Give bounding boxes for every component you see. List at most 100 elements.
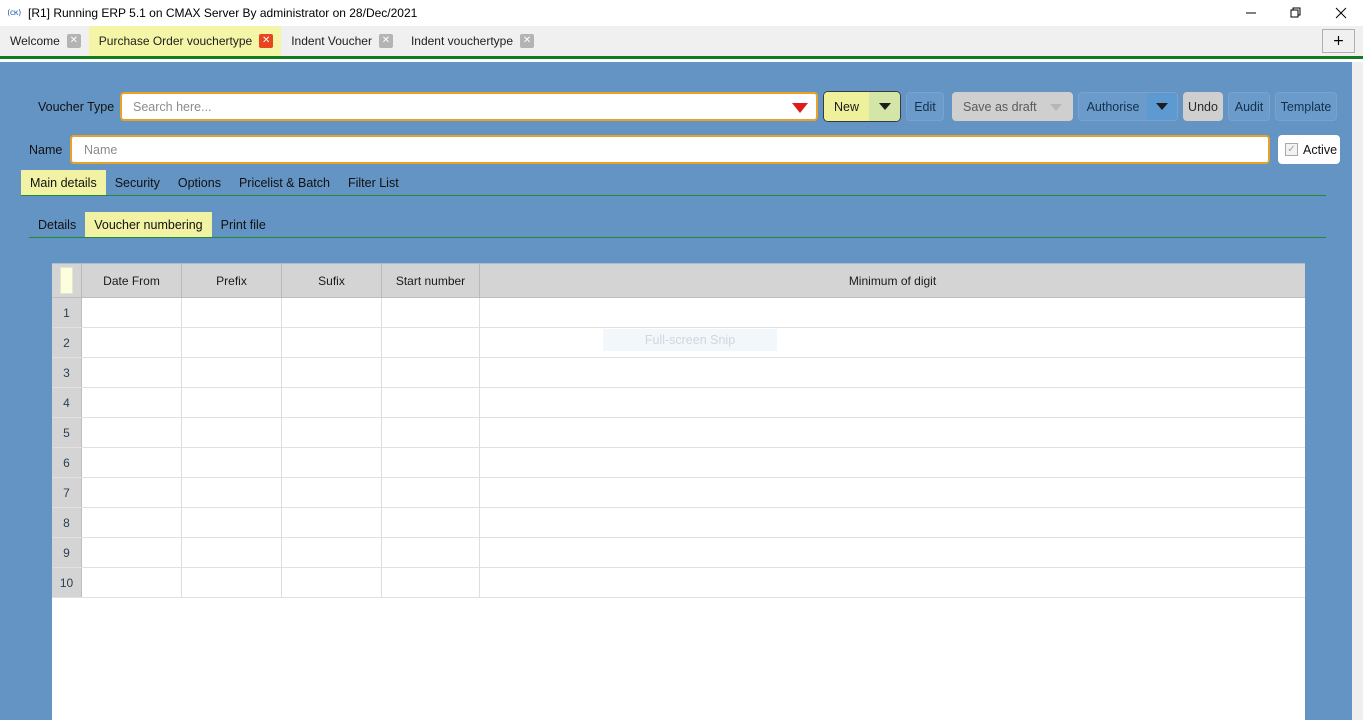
authorise-button[interactable]: Authorise: [1078, 92, 1178, 121]
tab-purchase-order-vouchertype[interactable]: Purchase Order vouchertype ✕: [88, 26, 282, 56]
cell-prefix[interactable]: [182, 328, 282, 357]
tab-voucher-numbering[interactable]: Voucher numbering: [85, 212, 212, 237]
cell-minimum-of-digit[interactable]: [480, 388, 1305, 417]
close-icon[interactable]: ✕: [520, 34, 535, 48]
table-row[interactable]: 6: [52, 448, 1305, 478]
voucher-type-combobox[interactable]: [120, 92, 818, 121]
column-header-sufix[interactable]: Sufix: [282, 264, 382, 297]
chevron-down-icon[interactable]: [792, 103, 808, 113]
cell-date-from[interactable]: [82, 418, 182, 447]
cell-prefix[interactable]: [182, 388, 282, 417]
new-button[interactable]: New: [823, 91, 901, 122]
undo-button[interactable]: Undo: [1183, 92, 1223, 121]
cell-sufix[interactable]: [282, 418, 382, 447]
cell-minimum-of-digit[interactable]: [480, 568, 1305, 597]
table-row[interactable]: 8: [52, 508, 1305, 538]
cell-prefix[interactable]: [182, 568, 282, 597]
column-header-date-from[interactable]: Date From: [82, 264, 182, 297]
table-row[interactable]: 5: [52, 418, 1305, 448]
close-icon[interactable]: ✕: [378, 34, 393, 48]
cell-start-number[interactable]: [382, 478, 480, 507]
tab-pricelist-and-batch[interactable]: Pricelist & Batch: [230, 170, 339, 195]
column-header-start-number[interactable]: Start number: [382, 264, 480, 297]
new-dropdown-toggle[interactable]: [869, 92, 900, 121]
grid-select-all-header[interactable]: [52, 264, 82, 297]
cell-start-number[interactable]: [382, 418, 480, 447]
edit-button[interactable]: Edit: [906, 92, 944, 121]
close-icon[interactable]: [1318, 0, 1363, 26]
cell-minimum-of-digit[interactable]: [480, 328, 1305, 357]
cell-prefix[interactable]: [182, 358, 282, 387]
tab-print-file[interactable]: Print file: [212, 212, 275, 237]
cell-date-from[interactable]: [82, 478, 182, 507]
tab-indent-vouchertype[interactable]: Indent vouchertype ✕: [401, 26, 542, 56]
minimize-icon[interactable]: [1228, 0, 1273, 26]
checkbox-icon[interactable]: ✓: [1285, 143, 1298, 156]
cell-sufix[interactable]: [282, 388, 382, 417]
cell-sufix[interactable]: [282, 328, 382, 357]
cell-start-number[interactable]: [382, 298, 480, 327]
save-as-draft-button[interactable]: Save as draft: [952, 92, 1073, 121]
tab-filter-list[interactable]: Filter List: [339, 170, 408, 195]
table-row[interactable]: 10: [52, 568, 1305, 598]
cell-date-from[interactable]: [82, 328, 182, 357]
cell-sufix[interactable]: [282, 448, 382, 477]
cell-date-from[interactable]: [82, 508, 182, 537]
table-row[interactable]: 2: [52, 328, 1305, 358]
cell-start-number[interactable]: [382, 358, 480, 387]
tab-main-details[interactable]: Main details: [21, 170, 106, 195]
tab-welcome[interactable]: Welcome ✕: [0, 26, 89, 56]
column-header-prefix[interactable]: Prefix: [182, 264, 282, 297]
cell-sufix[interactable]: [282, 478, 382, 507]
cell-sufix[interactable]: [282, 538, 382, 567]
table-row[interactable]: 4: [52, 388, 1305, 418]
cell-sufix[interactable]: [282, 298, 382, 327]
cell-minimum-of-digit[interactable]: [480, 358, 1305, 387]
cell-prefix[interactable]: [182, 508, 282, 537]
cell-prefix[interactable]: [182, 538, 282, 567]
cell-date-from[interactable]: [82, 538, 182, 567]
table-row[interactable]: 9: [52, 538, 1305, 568]
cell-date-from[interactable]: [82, 298, 182, 327]
cell-prefix[interactable]: [182, 418, 282, 447]
tab-security[interactable]: Security: [106, 170, 169, 195]
tab-indent-voucher[interactable]: Indent Voucher ✕: [281, 26, 401, 56]
tab-details[interactable]: Details: [29, 212, 85, 237]
cell-start-number[interactable]: [382, 508, 480, 537]
cell-prefix[interactable]: [182, 478, 282, 507]
cell-sufix[interactable]: [282, 508, 382, 537]
template-button[interactable]: Template: [1275, 92, 1337, 121]
cell-minimum-of-digit[interactable]: [480, 298, 1305, 327]
search-input[interactable]: [131, 95, 816, 118]
cell-start-number[interactable]: [382, 448, 480, 477]
column-header-minimum-of-digit[interactable]: Minimum of digit: [480, 264, 1305, 297]
audit-button[interactable]: Audit: [1228, 92, 1270, 121]
cell-start-number[interactable]: [382, 328, 480, 357]
cell-date-from[interactable]: [82, 568, 182, 597]
cell-minimum-of-digit[interactable]: [480, 418, 1305, 447]
cell-prefix[interactable]: [182, 448, 282, 477]
cell-minimum-of-digit[interactable]: [480, 538, 1305, 567]
cell-date-from[interactable]: [82, 388, 182, 417]
table-row[interactable]: 1: [52, 298, 1305, 328]
name-input[interactable]: [82, 138, 1262, 161]
cell-date-from[interactable]: [82, 448, 182, 477]
cell-minimum-of-digit[interactable]: [480, 478, 1305, 507]
cell-sufix[interactable]: [282, 568, 382, 597]
table-row[interactable]: 3: [52, 358, 1305, 388]
cell-start-number[interactable]: [382, 568, 480, 597]
new-tab-button[interactable]: +: [1322, 29, 1355, 53]
close-icon[interactable]: ✕: [259, 34, 274, 48]
tab-options[interactable]: Options: [169, 170, 230, 195]
active-checkbox-wrapper[interactable]: ✓ Active: [1278, 135, 1340, 164]
table-row[interactable]: 7: [52, 478, 1305, 508]
close-icon[interactable]: ✕: [66, 34, 81, 48]
cell-prefix[interactable]: [182, 298, 282, 327]
authorise-dropdown-toggle[interactable]: [1147, 93, 1177, 120]
cell-minimum-of-digit[interactable]: [480, 508, 1305, 537]
cell-start-number[interactable]: [382, 538, 480, 567]
cell-date-from[interactable]: [82, 358, 182, 387]
name-field-wrapper[interactable]: [70, 135, 1270, 164]
cell-start-number[interactable]: [382, 388, 480, 417]
cell-minimum-of-digit[interactable]: [480, 448, 1305, 477]
